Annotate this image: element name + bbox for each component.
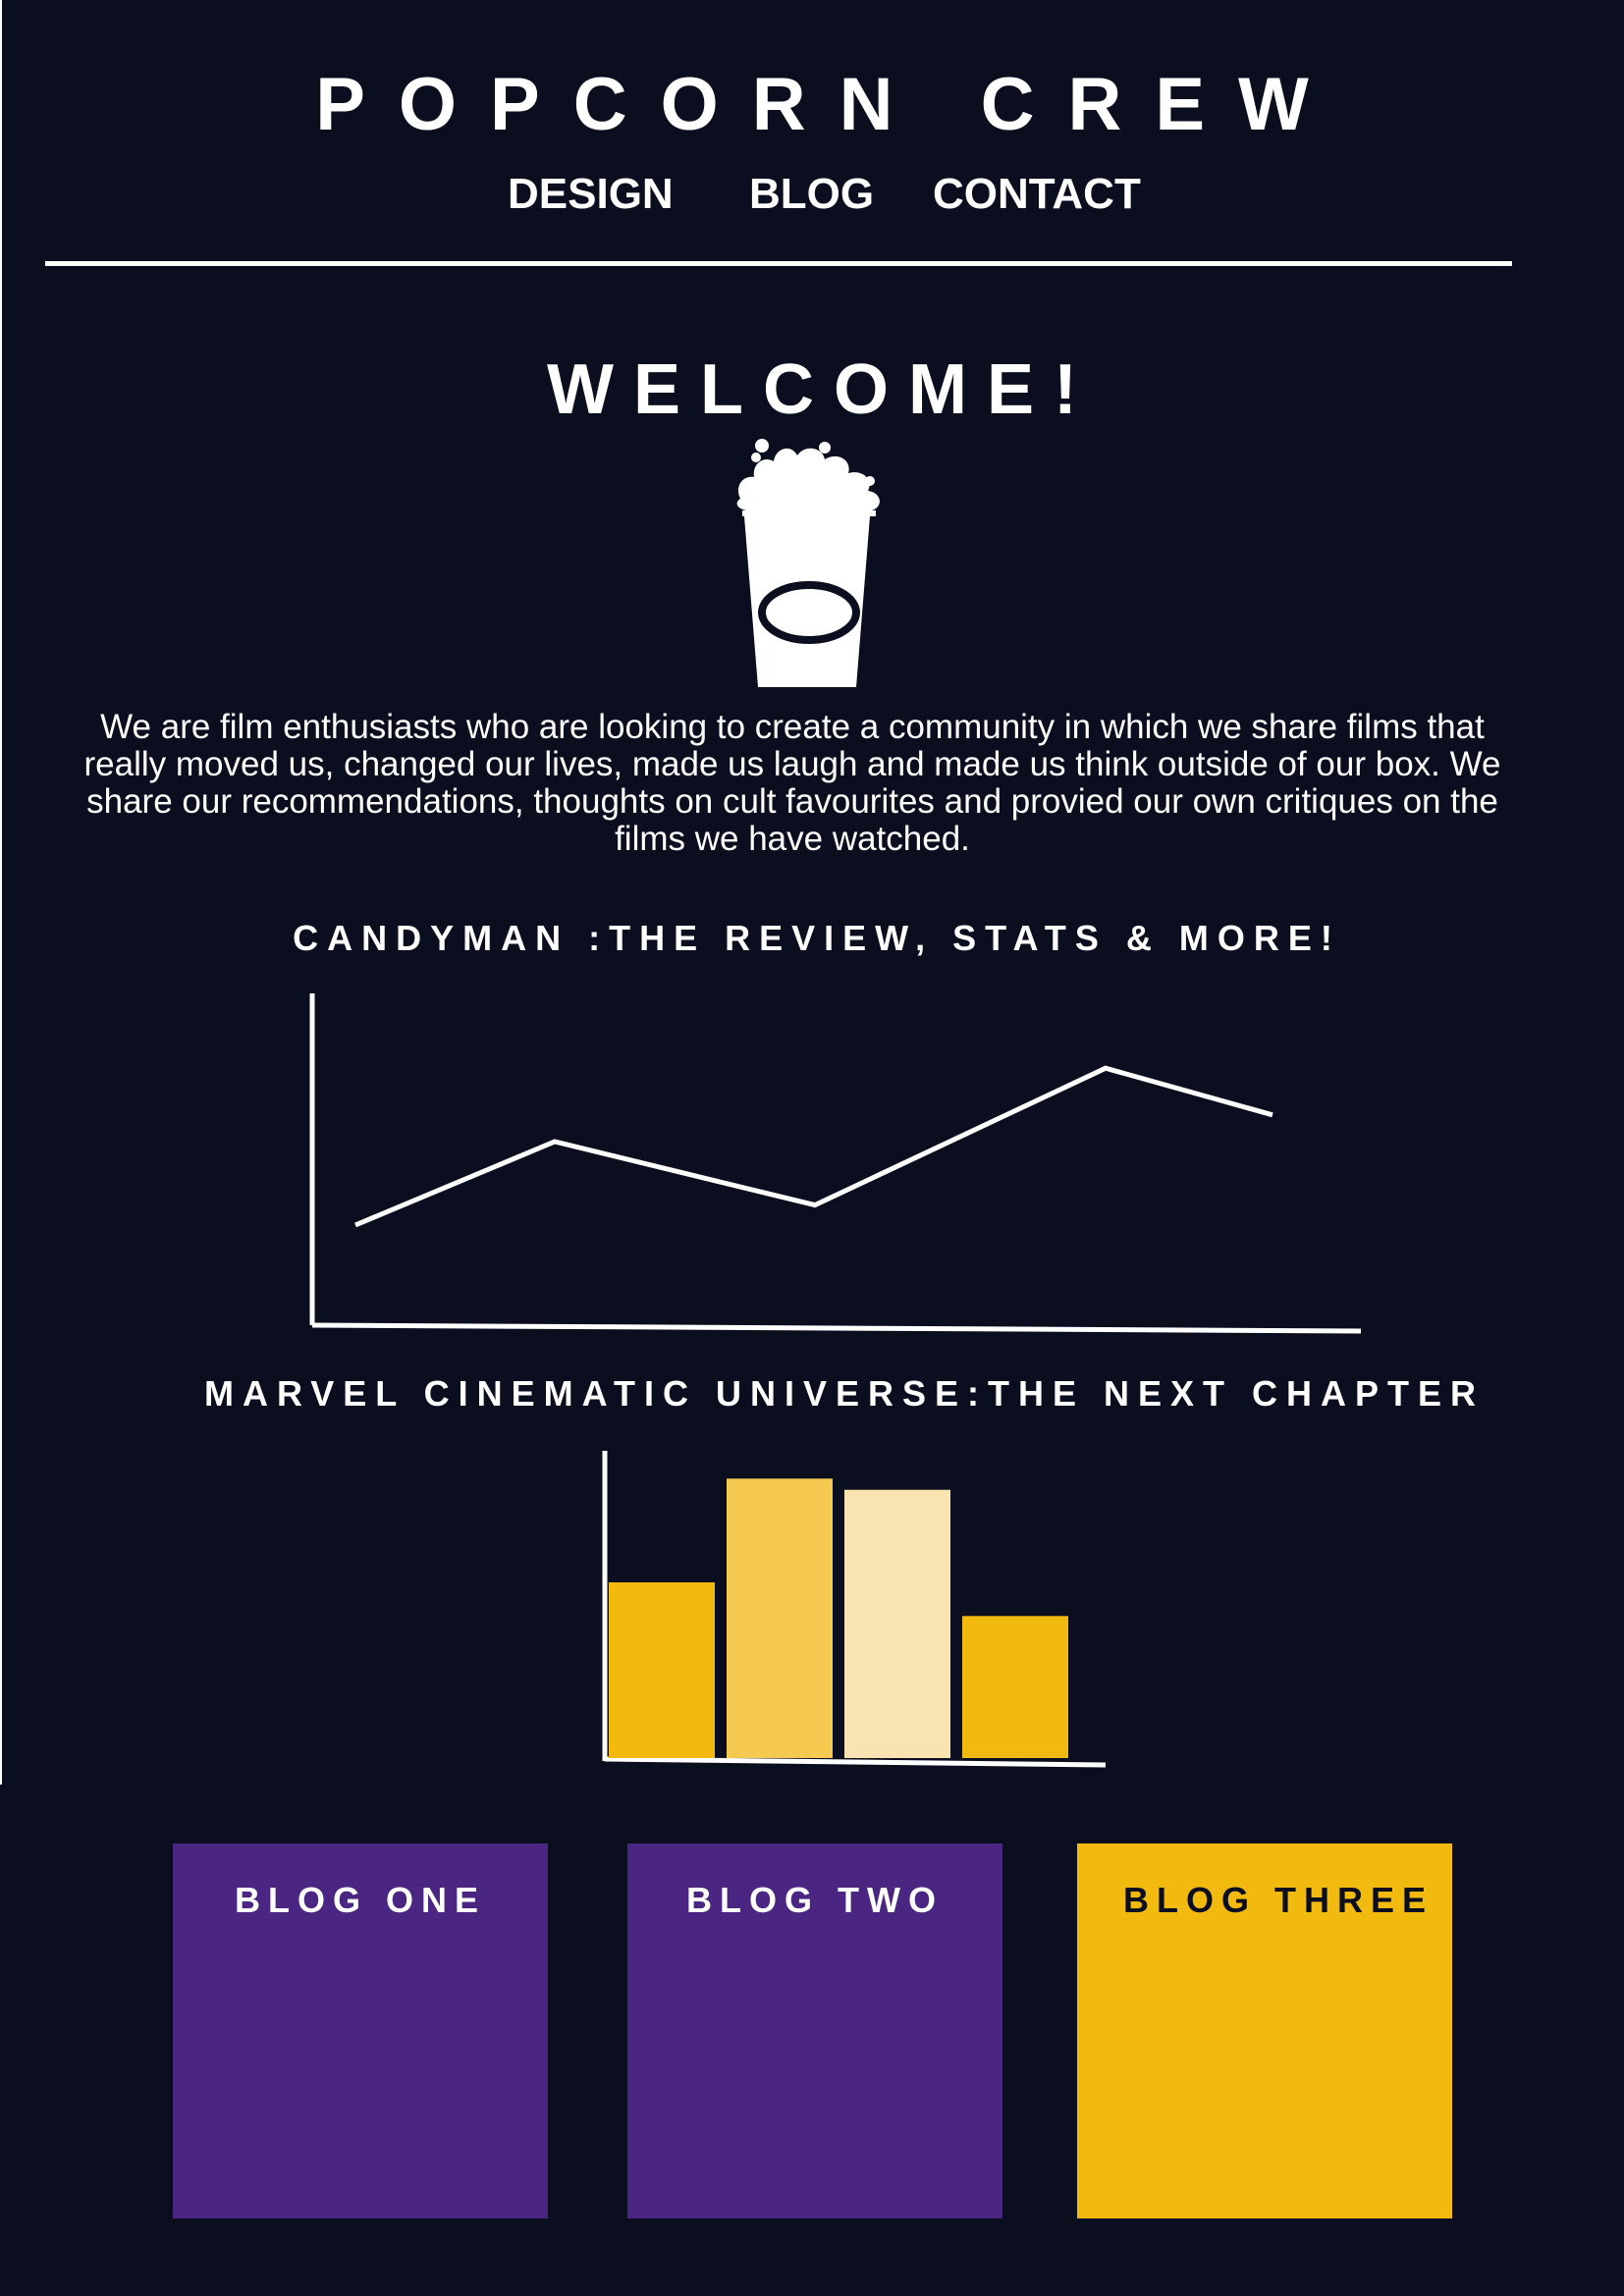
blog-card-three[interactable]: BLOG THREE xyxy=(1077,1843,1452,2218)
site-title: POPCORN CREW xyxy=(315,63,1342,146)
blog-card-one[interactable]: BLOG ONE xyxy=(173,1843,548,2218)
intro-paragraph: We are film enthusiasts who are looking … xyxy=(83,708,1501,858)
blog-card-one-label: BLOG ONE xyxy=(234,1880,486,1920)
bar-3 xyxy=(844,1489,950,1758)
nav-item-contact[interactable]: CONTACT xyxy=(933,167,1141,222)
marvel-bar-chart xyxy=(602,1451,1107,1768)
blog-card-two[interactable]: BLOG TWO xyxy=(627,1843,1002,2218)
x-axis xyxy=(604,1756,1107,1768)
main-nav: DESIGN BLOG CONTACT xyxy=(0,167,1624,226)
bar-4 xyxy=(962,1616,1068,1758)
line-series xyxy=(354,1065,1273,1228)
welcome-heading: WELCOME! xyxy=(547,350,1097,429)
nav-item-design[interactable]: DESIGN xyxy=(508,167,674,222)
bar-2 xyxy=(727,1478,833,1758)
popcorn-cup-icon xyxy=(736,439,880,687)
bar-1 xyxy=(609,1582,715,1758)
blog-card-three-label: BLOG THREE xyxy=(1122,1880,1434,1920)
bar-chart-title: MARVEL CINEMATIC UNIVERSE:THE NEXT CHAPT… xyxy=(203,1373,1486,1414)
blog-card-two-label: BLOG TWO xyxy=(686,1880,944,1920)
line-chart-title: CANDYMAN :THE REVIEW, STATS & MORE! xyxy=(293,918,1341,958)
x-axis xyxy=(311,1322,1362,1334)
page-edge-line xyxy=(0,0,2,1785)
header-divider xyxy=(45,261,1512,266)
candyman-line-chart xyxy=(309,993,1362,1334)
nav-item-blog[interactable]: BLOG xyxy=(749,167,874,222)
